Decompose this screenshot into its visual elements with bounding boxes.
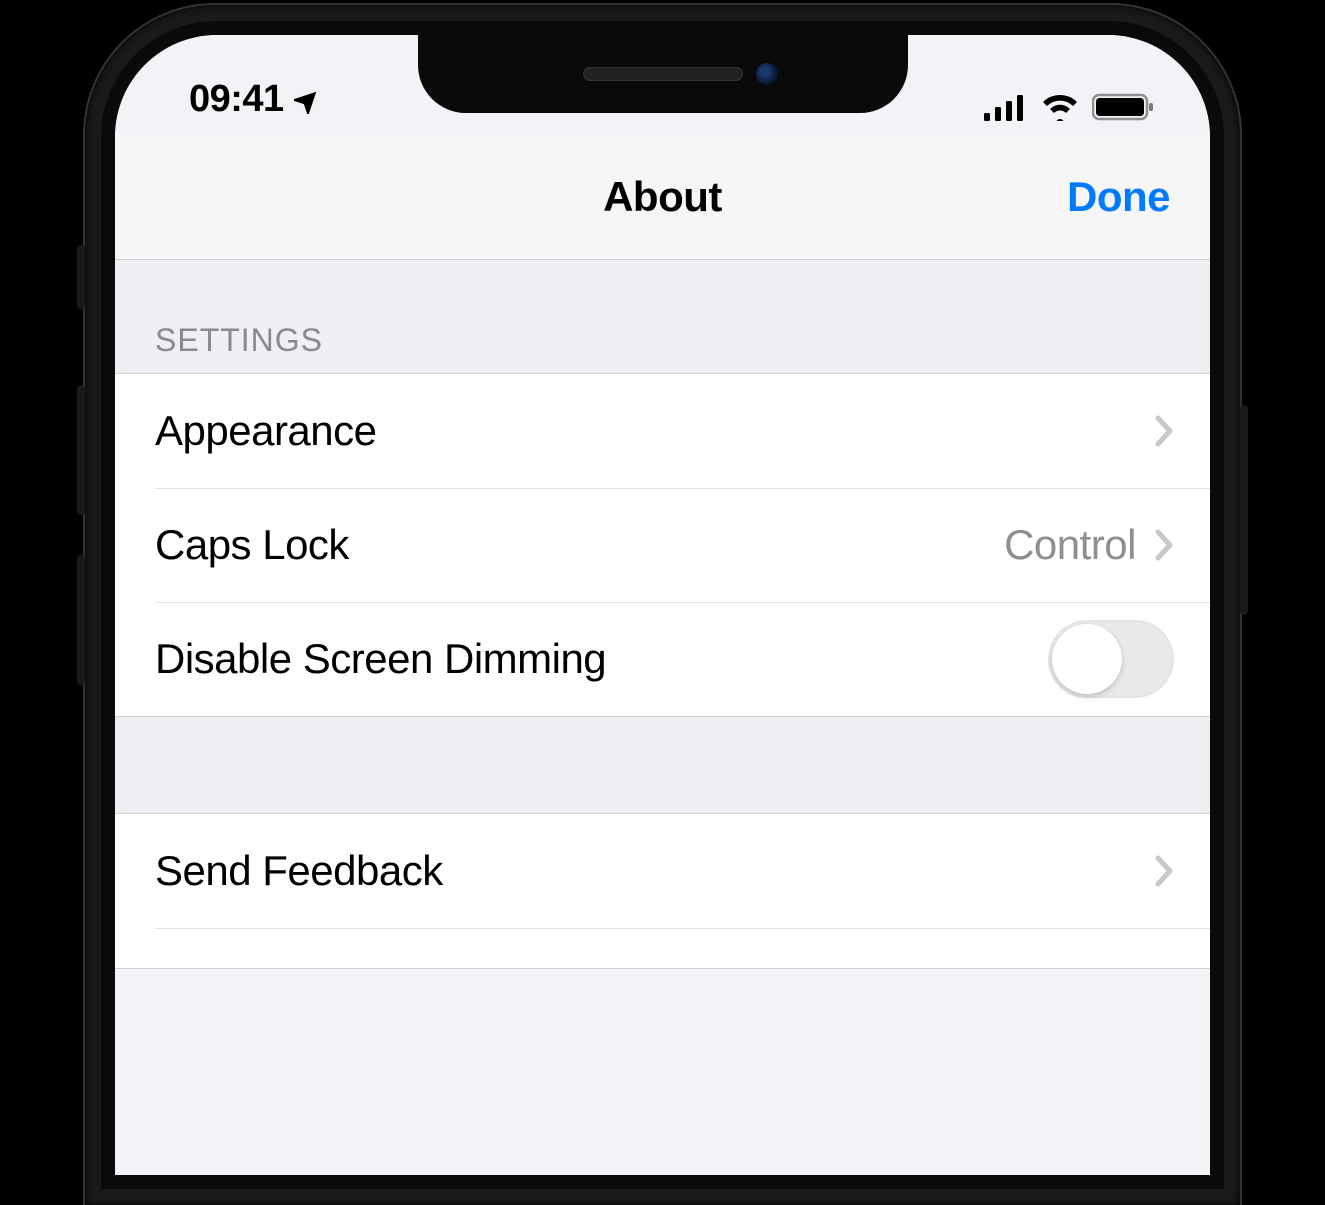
row-appearance-label: Appearance (155, 407, 377, 455)
volume-down-button (77, 555, 85, 685)
status-right (984, 93, 1162, 121)
feedback-group: Send Feedback (115, 813, 1210, 969)
page-title: About (603, 173, 722, 221)
device-inner: 09:41 (101, 21, 1224, 1189)
settings-group: Appearance Caps Lock Control Disab (115, 373, 1210, 717)
row-send-feedback-label: Send Feedback (155, 847, 443, 895)
chevron-right-icon (1154, 414, 1174, 448)
status-left: 09:41 (163, 78, 322, 121)
row-appearance-accessory (1154, 414, 1174, 448)
status-time: 09:41 (189, 78, 284, 121)
front-camera (756, 63, 778, 85)
row-caps-lock-accessory: Control (1004, 521, 1174, 569)
mute-switch (77, 245, 85, 309)
device-frame: 09:41 (85, 5, 1240, 1205)
wifi-icon (1040, 93, 1080, 121)
notch (418, 35, 908, 113)
row-caps-lock-label: Caps Lock (155, 521, 349, 569)
battery-icon (1092, 93, 1156, 121)
chevron-right-icon (1154, 528, 1174, 562)
speaker-grill (583, 67, 743, 81)
row-appearance[interactable]: Appearance (115, 374, 1210, 488)
screen: 09:41 (115, 35, 1210, 1175)
section-gap (115, 717, 1210, 813)
volume-up-button (77, 385, 85, 515)
disable-dimming-toggle[interactable] (1048, 620, 1174, 698)
row-send-feedback[interactable]: Send Feedback (115, 814, 1210, 928)
content: Settings Appearance Caps Lock Control (115, 260, 1210, 969)
chevron-right-icon (1154, 854, 1174, 888)
row-disable-dimming-accessory (1048, 620, 1174, 698)
power-button (1240, 405, 1248, 615)
done-button[interactable]: Done (1067, 173, 1170, 221)
cellular-icon (984, 93, 1028, 121)
row-send-feedback-accessory (1154, 854, 1174, 888)
row-disable-dimming: Disable Screen Dimming (115, 602, 1210, 716)
row-next-partial[interactable] (115, 928, 1210, 968)
toggle-knob (1052, 624, 1122, 694)
nav-bar: About Done (115, 135, 1210, 260)
row-caps-lock[interactable]: Caps Lock Control (115, 488, 1210, 602)
section-header-settings: Settings (115, 260, 1210, 373)
location-icon (294, 86, 322, 114)
row-disable-dimming-label: Disable Screen Dimming (155, 635, 606, 683)
row-caps-lock-value: Control (1004, 521, 1136, 569)
